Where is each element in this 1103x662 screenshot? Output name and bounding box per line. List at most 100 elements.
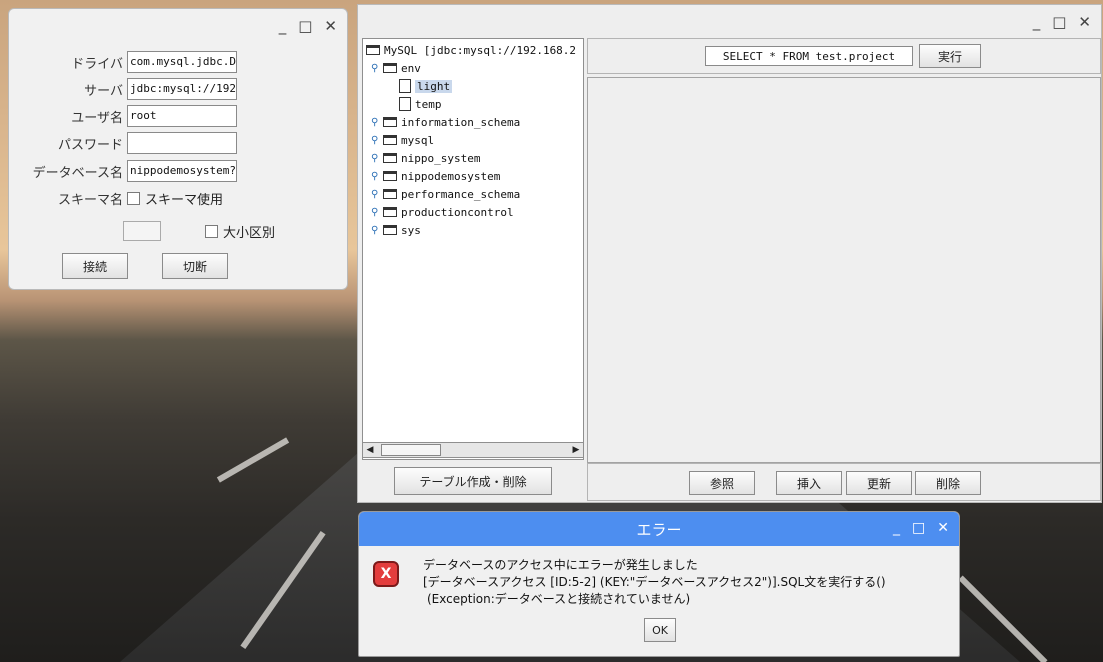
execute-button[interactable]: 実行 bbox=[919, 44, 981, 68]
table-file-icon bbox=[399, 79, 411, 93]
tree-node-sys[interactable]: ⚲ sys bbox=[371, 221, 421, 239]
tree-node-nippo-system[interactable]: ⚲ nippo_system bbox=[371, 149, 480, 167]
folder-icon bbox=[383, 171, 397, 181]
expand-handle-icon[interactable]: ⚲ bbox=[371, 171, 381, 182]
schema-label: スキーマ名 bbox=[57, 192, 123, 208]
expand-handle-icon[interactable]: ⚲ bbox=[371, 117, 381, 128]
tree-root[interactable]: MySQL [jdbc:mysql://192.168.2 bbox=[366, 41, 576, 59]
maximize-button[interactable]: □ bbox=[1052, 13, 1066, 31]
tree-node-nippodemosystem[interactable]: ⚲ nippodemosystem bbox=[371, 167, 500, 185]
connection-window: _ □ ✕ ドライバ com.mysql.jdbc.D サーバ jdbc:mys… bbox=[8, 8, 348, 290]
schema-input bbox=[123, 221, 161, 241]
scroll-left-arrow-icon[interactable]: ◀ bbox=[363, 443, 377, 457]
error-dialog-titlebar[interactable]: エラー _ □ ✕ bbox=[359, 512, 959, 546]
sql-input[interactable]: SELECT * FROM test.project bbox=[705, 46, 913, 66]
table-file-icon bbox=[399, 97, 411, 111]
minimize-button[interactable]: _ bbox=[893, 520, 900, 536]
tree-node-label: env bbox=[401, 61, 421, 75]
schema-checkbox[interactable] bbox=[127, 191, 140, 205]
close-button[interactable]: ✕ bbox=[324, 17, 337, 35]
tree-node-label: sys bbox=[401, 223, 421, 237]
main-window-controls: _ □ ✕ bbox=[1033, 13, 1091, 31]
lane-stripe-left bbox=[216, 437, 290, 483]
password-row: パスワード bbox=[9, 132, 237, 154]
expand-handle-icon[interactable]: ⚲ bbox=[371, 135, 381, 146]
tree-node-information-schema[interactable]: ⚲ information_schema bbox=[371, 113, 520, 131]
connect-button[interactable]: 接続 bbox=[62, 253, 128, 279]
tree-node-performance-schema[interactable]: ⚲ performance_schema bbox=[371, 185, 520, 203]
server-row: サーバ jdbc:mysql://192 bbox=[9, 78, 237, 100]
tree-node-env[interactable]: ⚲ env bbox=[371, 59, 421, 77]
minimize-button[interactable]: _ bbox=[1033, 13, 1041, 31]
case-row: 大小区別 bbox=[123, 220, 275, 242]
user-label: ユーザ名 bbox=[71, 110, 123, 126]
folder-icon bbox=[383, 225, 397, 235]
connection-window-controls: _ □ ✕ bbox=[279, 17, 337, 35]
schema-row: スキーマ名 スキーマ使用 bbox=[9, 187, 223, 209]
error-message-line1: データベースのアクセス中にエラーが発生しました bbox=[423, 558, 698, 572]
browse-button[interactable]: 参照 bbox=[689, 471, 755, 495]
folder-icon bbox=[383, 117, 397, 127]
error-dialog-title: エラー bbox=[636, 520, 682, 539]
tree-node-productioncontrol[interactable]: ⚲ productioncontrol bbox=[371, 203, 514, 221]
tree-node-light[interactable]: light bbox=[399, 77, 453, 95]
schema-checkbox-label: スキーマ使用 bbox=[145, 192, 224, 208]
server-input[interactable]: jdbc:mysql://192 bbox=[127, 78, 237, 100]
error-dialog-controls: _ □ ✕ bbox=[893, 520, 949, 536]
password-label: パスワード bbox=[57, 137, 123, 153]
case-sensitive-checkbox[interactable] bbox=[205, 224, 218, 238]
tree-node-label: temp bbox=[415, 97, 442, 111]
tree-node-label: mysql bbox=[401, 133, 435, 147]
tree-horizontal-scrollbar[interactable]: ◀ ▶ bbox=[362, 442, 584, 458]
driver-input[interactable]: com.mysql.jdbc.D bbox=[127, 51, 237, 73]
expand-handle-icon[interactable]: ⚲ bbox=[371, 63, 381, 74]
close-button[interactable]: ✕ bbox=[1078, 13, 1091, 31]
maximize-button[interactable]: □ bbox=[298, 17, 312, 35]
folder-icon bbox=[383, 189, 397, 199]
tree-node-label: light bbox=[415, 79, 453, 93]
folder-icon bbox=[383, 63, 397, 73]
delete-button[interactable]: 削除 bbox=[915, 471, 981, 495]
tree-node-label: information_schema bbox=[401, 115, 521, 129]
driver-row: ドライバ com.mysql.jdbc.D bbox=[9, 51, 237, 73]
tree-node-label: nippodemosystem bbox=[401, 169, 501, 183]
user-input[interactable]: root bbox=[127, 105, 237, 127]
sql-bar: SELECT * FROM test.project 実行 bbox=[587, 38, 1101, 74]
tree-root-label: MySQL [jdbc:mysql://192.168.2 bbox=[384, 43, 577, 57]
expand-handle-icon[interactable]: ⚲ bbox=[371, 153, 381, 164]
maximize-button[interactable]: □ bbox=[912, 520, 925, 536]
tree-node-mysql[interactable]: ⚲ mysql bbox=[371, 131, 434, 149]
error-message-line3: (Exception:データベースと接続されていません) bbox=[427, 592, 691, 606]
result-area[interactable] bbox=[587, 77, 1101, 463]
tree-node-label: productioncontrol bbox=[401, 205, 514, 219]
update-button[interactable]: 更新 bbox=[846, 471, 912, 495]
error-message-line2: [データベースアクセス [ID:5-2] (KEY:"データベースアクセス2")… bbox=[423, 575, 886, 589]
password-input[interactable] bbox=[127, 132, 237, 154]
database-input[interactable]: nippodemosystem?u bbox=[127, 160, 237, 182]
error-dialog: エラー _ □ ✕ X データベースのアクセス中にエラーが発生しました [データ… bbox=[358, 511, 960, 657]
server-label: サーバ bbox=[84, 83, 123, 99]
expand-handle-icon[interactable]: ⚲ bbox=[371, 207, 381, 218]
tree-node-label: nippo_system bbox=[401, 151, 481, 165]
minimize-button[interactable]: _ bbox=[279, 17, 287, 35]
folder-icon bbox=[383, 153, 397, 163]
scroll-right-arrow-icon[interactable]: ▶ bbox=[569, 443, 583, 457]
expand-handle-icon[interactable]: ⚲ bbox=[371, 189, 381, 200]
folder-icon bbox=[383, 207, 397, 217]
error-icon: X bbox=[373, 561, 399, 587]
database-label: データベース名 bbox=[32, 165, 123, 181]
main-window: _ □ ✕ MySQL [jdbc:mysql://192.168.2 ⚲ en… bbox=[357, 4, 1102, 503]
insert-button[interactable]: 挿入 bbox=[776, 471, 842, 495]
database-tree[interactable]: MySQL [jdbc:mysql://192.168.2 ⚲ env ligh… bbox=[362, 38, 584, 460]
user-row: ユーザ名 root bbox=[9, 105, 237, 127]
expand-handle-icon[interactable]: ⚲ bbox=[371, 225, 381, 236]
close-button[interactable]: ✕ bbox=[937, 520, 949, 536]
disconnect-button[interactable]: 切断 bbox=[162, 253, 228, 279]
action-bar: 参照 挿入 更新 削除 bbox=[587, 463, 1101, 501]
database-row: データベース名 nippodemosystem?u bbox=[9, 160, 237, 182]
ok-button[interactable]: OK bbox=[644, 618, 676, 642]
tree-node-temp[interactable]: temp bbox=[399, 95, 442, 113]
scrollbar-thumb[interactable] bbox=[381, 444, 441, 456]
table-create-delete-button[interactable]: テーブル作成・削除 bbox=[394, 467, 552, 495]
folder-icon bbox=[366, 45, 380, 55]
